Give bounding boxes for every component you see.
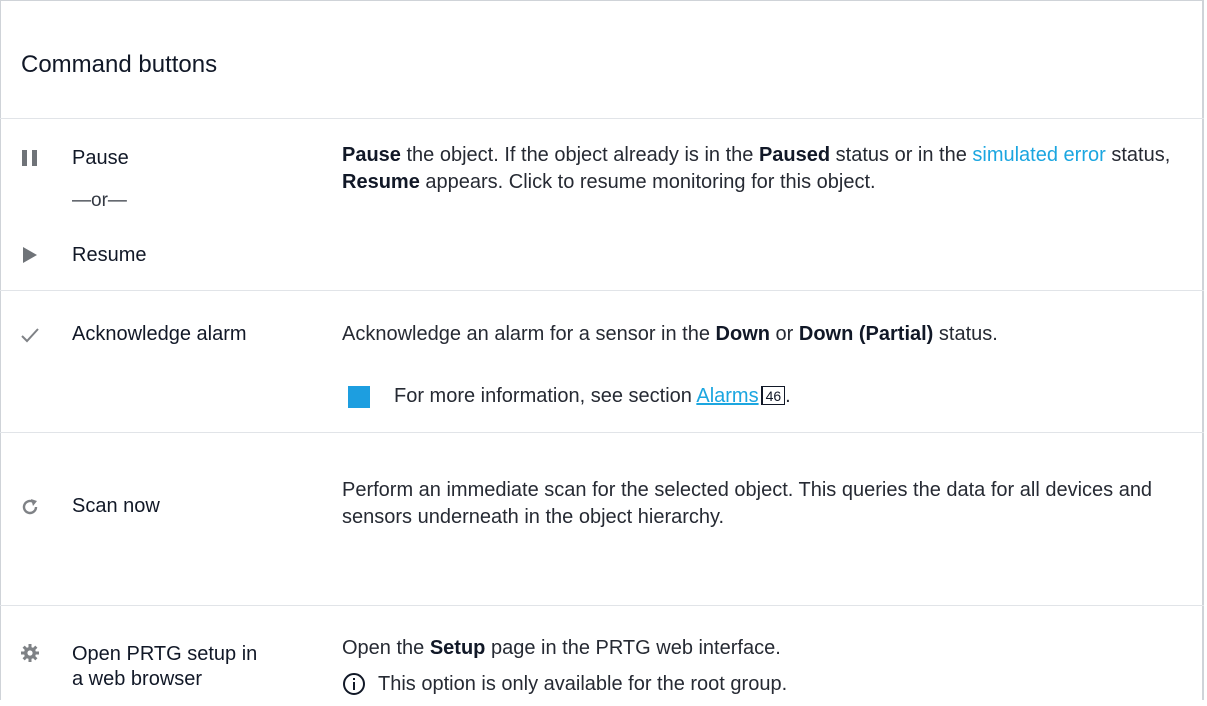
note-marker <box>348 386 370 408</box>
pause-label: Pause <box>72 147 129 169</box>
page-reference[interactable]: 46 <box>760 386 786 405</box>
play-icon[interactable] <box>20 245 40 265</box>
scan-now-label: Scan now <box>72 495 160 517</box>
scan-now-description: Perform an immediate scan for the select… <box>342 479 1153 528</box>
resume-label: Resume <box>72 244 147 266</box>
setup-description: Open the Setup page in the PRTG web inte… <box>342 637 781 659</box>
table-row-acknowledge: Acknowledge alarm Acknowledge an alarm f… <box>0 290 1204 433</box>
acknowledge-label: Acknowledge alarm <box>72 323 247 345</box>
acknowledge-description: Acknowledge an alarm for a sensor in the… <box>342 323 998 345</box>
pause-icon[interactable] <box>20 148 40 168</box>
alarms-link[interactable]: Alarms <box>696 385 758 407</box>
simulated-error-link[interactable]: simulated error <box>972 144 1105 166</box>
pause-description: Pause the object. If the object already … <box>342 144 1171 193</box>
checkmark-icon[interactable] <box>20 325 40 345</box>
info-icon <box>343 673 365 695</box>
refresh-icon[interactable] <box>20 497 40 517</box>
table-row-scan: Scan now Perform an immediate scan for t… <box>0 432 1204 578</box>
table-row-pause: Pause —or— Resume Pause the object. If t… <box>0 118 1204 291</box>
alarms-note: For more information, see section Alarms… <box>394 385 791 407</box>
or-separator: —or— <box>72 190 127 211</box>
setup-label-line1: Open PRTG setup in <box>72 643 258 665</box>
gear-icon[interactable] <box>20 643 40 663</box>
table-row-setup: Open PRTG setup in a web browser Open th… <box>0 605 1204 706</box>
setup-label-line2: a web browser <box>72 668 203 690</box>
section-heading: Command buttons <box>21 51 218 78</box>
info-note: This option is only available for the ro… <box>378 673 788 695</box>
